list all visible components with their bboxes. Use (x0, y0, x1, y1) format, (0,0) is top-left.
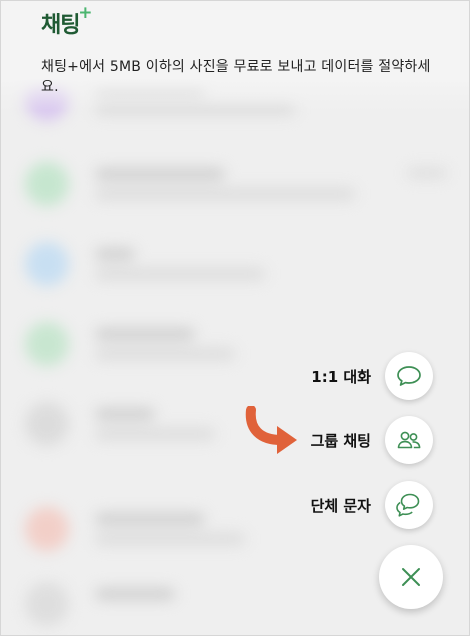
promo-message: 채팅+에서 5MB 이하의 사진을 무료로 보내고 데이터를 절약하세요. (41, 59, 431, 95)
speech-bubble-icon[interactable] (385, 352, 433, 400)
app-title-plus: + (78, 3, 92, 23)
fab-label[interactable]: 그룹 채팅 (311, 430, 371, 451)
header: 채팅 + 채팅+에서 5MB 이하의 사진을 무료로 보내고 데이터를 절약하세… (1, 1, 469, 111)
app-title: 채팅 + (41, 3, 93, 39)
group-people-icon[interactable] (385, 416, 433, 464)
app-title-text: 채팅 (41, 13, 80, 38)
fab-item-one-to-one[interactable]: 1:1 대화 (311, 350, 433, 402)
fab-label[interactable]: 1:1 대화 (311, 366, 371, 387)
list-item (15, 156, 455, 216)
screen: 채팅 + 채팅+에서 5MB 이하의 사진을 무료로 보내고 데이터를 절약하세… (0, 0, 470, 636)
close-icon (402, 568, 420, 586)
fab-item-group-chat[interactable]: 그룹 채팅 (311, 414, 433, 466)
list-item (15, 236, 455, 296)
double-bubble-icon[interactable] (385, 481, 433, 529)
fab-item-group-message[interactable]: 단체 문자 (311, 479, 433, 531)
close-button[interactable] (379, 545, 443, 609)
curved-arrow-icon (245, 406, 297, 454)
fab-label[interactable]: 단체 문자 (311, 495, 371, 516)
